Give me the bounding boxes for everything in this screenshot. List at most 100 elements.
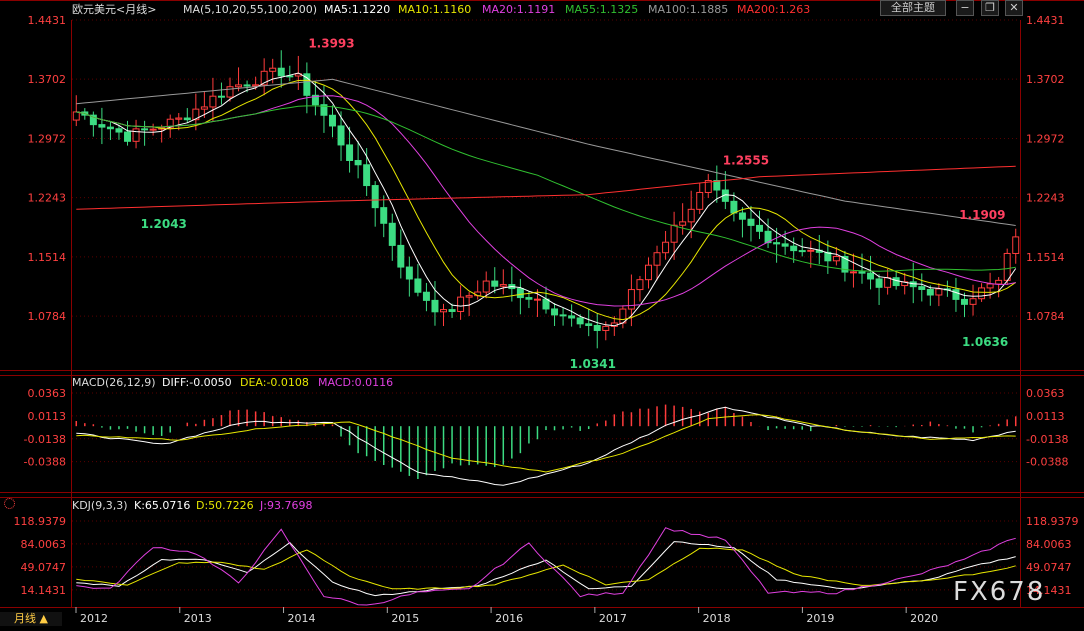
kdj-k-line bbox=[76, 541, 1016, 597]
macd-tick-label-left: 0.0113 bbox=[28, 410, 67, 423]
macd-value: MACD:0.0116 bbox=[318, 376, 393, 389]
candle-down bbox=[422, 291, 430, 301]
candle-down bbox=[773, 242, 781, 245]
kdj-j-line bbox=[76, 527, 1016, 606]
candle-down bbox=[98, 124, 106, 128]
watermark: FX678 bbox=[953, 577, 1045, 607]
kdj-tick-label-left: 49.0747 bbox=[21, 561, 67, 574]
candle-down bbox=[781, 243, 789, 247]
candle-down bbox=[747, 218, 755, 226]
candle-down bbox=[875, 278, 883, 288]
price-extreme-label: 1.3993 bbox=[308, 37, 354, 51]
candle-up bbox=[636, 279, 644, 291]
candle-up bbox=[175, 117, 183, 120]
candle-up bbox=[457, 296, 465, 312]
candle-up bbox=[670, 224, 678, 243]
macd-title: MACD(26,12,9) bbox=[72, 376, 156, 389]
x-tick-label: 2012 bbox=[80, 612, 108, 625]
candle-up bbox=[849, 271, 857, 274]
candle-down bbox=[559, 314, 567, 317]
candle-up bbox=[499, 284, 507, 287]
price-tick-label-left: 1.0784 bbox=[28, 310, 67, 323]
price-tick-label-left: 1.1514 bbox=[28, 251, 67, 264]
macd-layer bbox=[75, 404, 1017, 486]
x-tick-label: 2020 bbox=[910, 612, 938, 625]
macd-tick-label-left: -0.0388 bbox=[24, 456, 66, 469]
x-tick-label: 2015 bbox=[391, 612, 419, 625]
kdj-tick-label-right: 84.0063 bbox=[1026, 538, 1072, 551]
ma-params: MA(5,10,20,55,100,200) bbox=[183, 3, 317, 16]
theme-dropdown-button[interactable]: 全部主题 bbox=[880, 0, 946, 16]
candle-up bbox=[679, 221, 687, 226]
x-tick-label: 2014 bbox=[288, 612, 316, 625]
price-tick-label-right: 1.4431 bbox=[1026, 14, 1065, 27]
ma10-line bbox=[76, 79, 1016, 321]
candle-up bbox=[969, 298, 977, 305]
ma20-value: MA20:1.1191 bbox=[482, 3, 555, 16]
restore-icon[interactable]: ❐ bbox=[981, 0, 999, 16]
candle-up bbox=[696, 191, 704, 210]
kdj-d-line bbox=[76, 547, 1016, 590]
x-tick-label: 2019 bbox=[806, 612, 834, 625]
minimize-icon[interactable]: − bbox=[956, 0, 974, 16]
candle-down bbox=[346, 144, 354, 161]
candle-down bbox=[277, 67, 285, 77]
ma10-value: MA10:1.1160 bbox=[398, 3, 471, 16]
close-icon[interactable]: ✕ bbox=[1005, 0, 1023, 16]
period-selector-button[interactable]: 月线 ▲ bbox=[0, 612, 62, 626]
candle-up bbox=[807, 249, 815, 252]
candle-down bbox=[431, 299, 439, 313]
candle-down bbox=[328, 114, 336, 127]
candle-down bbox=[491, 280, 499, 287]
panel-settings-icon[interactable] bbox=[4, 498, 15, 509]
candle-down bbox=[106, 126, 114, 130]
kdj-tick-label-right: 49.0747 bbox=[1026, 561, 1072, 574]
candle-down bbox=[858, 271, 866, 274]
candle-up bbox=[252, 84, 260, 87]
candle-up bbox=[978, 287, 986, 300]
kdj-tick-label-left: 118.9379 bbox=[14, 515, 67, 528]
candle-up bbox=[687, 208, 695, 223]
candle-down bbox=[542, 298, 550, 310]
candle-down bbox=[926, 288, 934, 296]
candle-up bbox=[269, 67, 277, 72]
candle-down bbox=[217, 95, 225, 98]
candle-down bbox=[952, 289, 960, 300]
price-tick-label-left: 1.2243 bbox=[28, 192, 67, 205]
candle-down bbox=[568, 315, 576, 319]
macd-tick-label-right: 0.0113 bbox=[1026, 410, 1065, 423]
candle-down bbox=[551, 308, 559, 316]
candle-up bbox=[132, 128, 140, 142]
candle-down bbox=[585, 323, 593, 326]
candle-down bbox=[593, 324, 601, 331]
ma100-value: MA100:1.1885 bbox=[648, 3, 728, 16]
macd-diff-line bbox=[76, 406, 1016, 486]
candle-down bbox=[892, 277, 900, 287]
macd-dea: DEA:-0.0108 bbox=[240, 376, 309, 389]
candle-down bbox=[243, 84, 251, 87]
candle-up bbox=[653, 252, 661, 266]
price-extreme-label: 1.2555 bbox=[723, 153, 769, 167]
macd-tick-label-right: -0.0388 bbox=[1026, 456, 1068, 469]
candle-up bbox=[986, 283, 994, 289]
candle-up bbox=[482, 280, 490, 293]
candle-up bbox=[884, 277, 892, 288]
kdj-title: KDJ(9,3,3) bbox=[72, 499, 128, 512]
candle-down bbox=[141, 128, 149, 131]
candle-down bbox=[397, 244, 405, 268]
candle-down bbox=[405, 266, 413, 280]
candle-down bbox=[790, 245, 798, 252]
candle-down bbox=[738, 212, 746, 220]
chart-title: 欧元美元<月线> bbox=[72, 2, 156, 16]
candle-down bbox=[713, 180, 721, 191]
ma5-value: MA5:1.1220 bbox=[324, 3, 390, 16]
price-tick-label-right: 1.0784 bbox=[1026, 310, 1065, 323]
kdj-tick-label-right: 118.9379 bbox=[1026, 515, 1079, 528]
kdj-k: K:65.0716 bbox=[134, 499, 190, 512]
macd-tick-label-left: 0.0363 bbox=[28, 387, 67, 400]
candle-down bbox=[363, 164, 371, 187]
candle-down bbox=[124, 131, 132, 142]
macd-diff: DIFF:-0.0050 bbox=[162, 376, 232, 389]
macd-tick-label-right: -0.0138 bbox=[1026, 433, 1068, 446]
price-extreme-label: 1.2043 bbox=[141, 217, 187, 231]
